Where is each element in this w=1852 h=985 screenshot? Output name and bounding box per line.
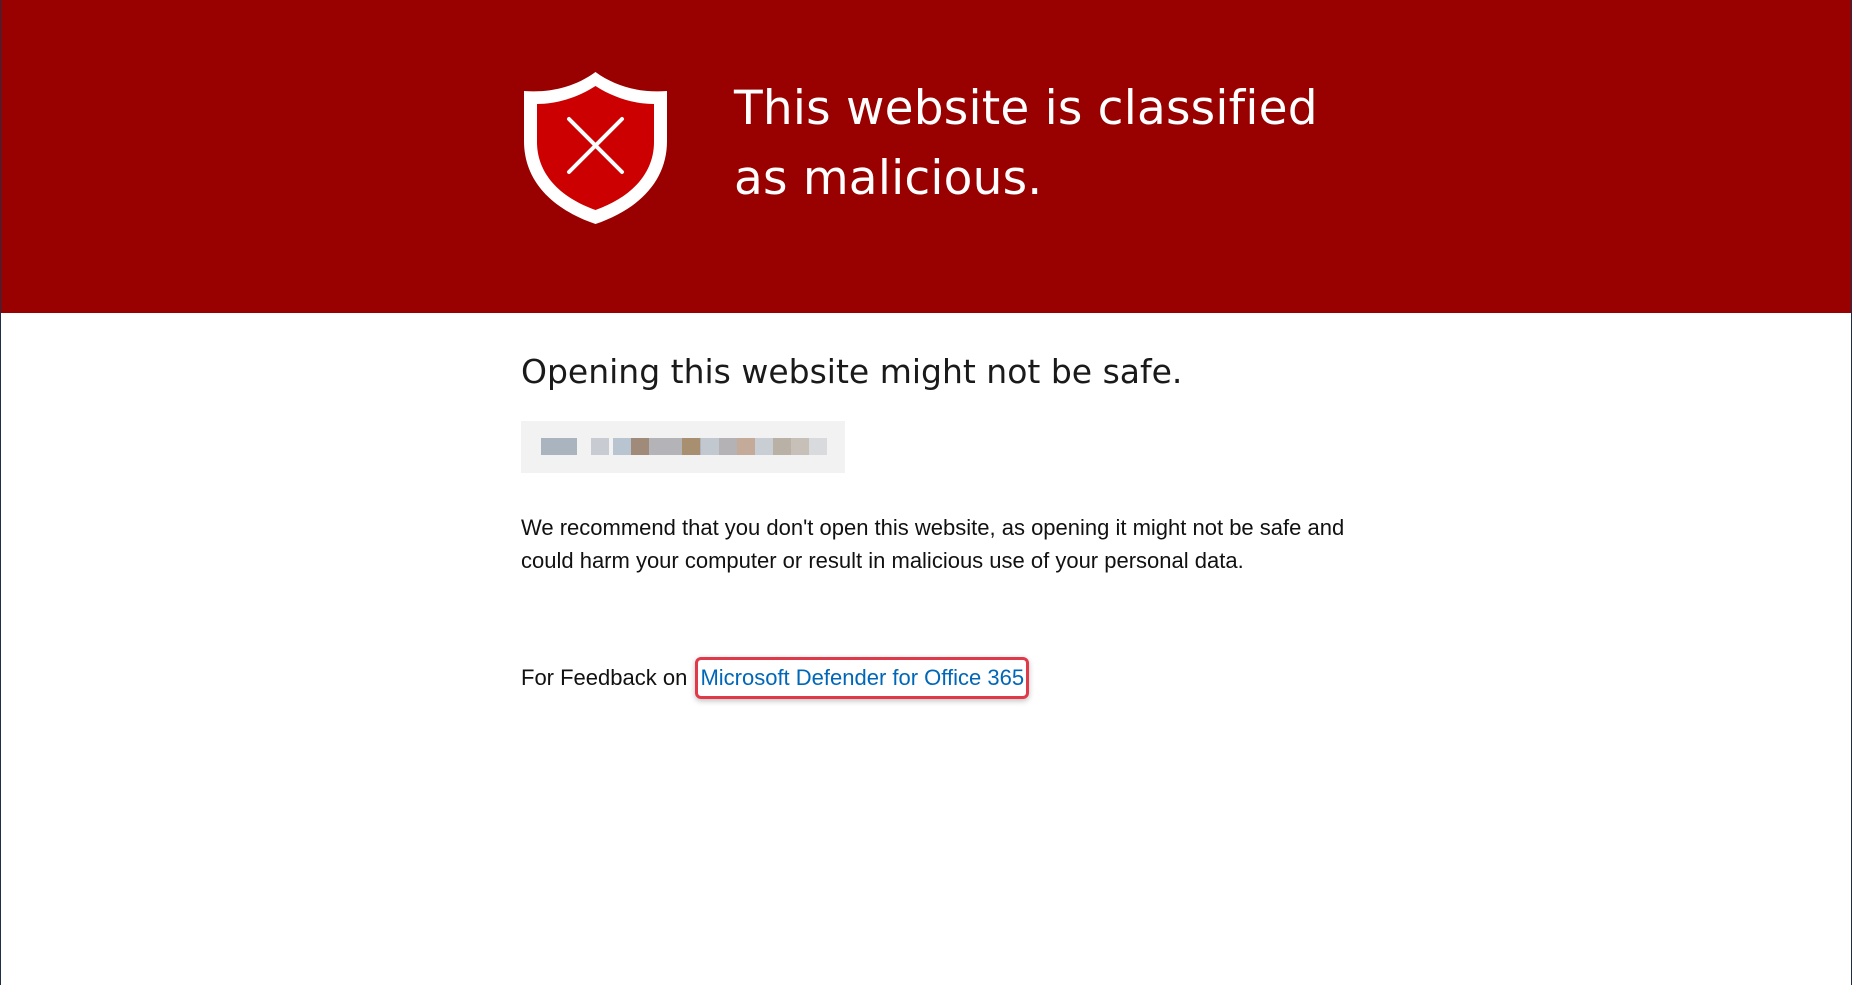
shield-x-icon [524,72,667,224]
redacted-url-block [541,438,577,455]
redacted-url-block [682,438,700,455]
redacted-url-block [701,438,719,455]
warning-content: Opening this website might not be safe. … [521,350,1351,699]
warning-subheading: Opening this website might not be safe. [521,352,1183,391]
redacted-url-block [755,438,773,455]
redacted-url-block [809,438,827,455]
feedback-line: For Feedback on Microsoft Defender for O… [521,657,1351,699]
redacted-url-block [631,438,649,455]
browser-page: This website is classified as malicious.… [1,0,1851,985]
redacted-url-block [613,438,631,455]
redacted-url-block [719,438,737,455]
feedback-link[interactable]: Microsoft Defender for Office 365 [695,657,1030,699]
redacted-url-block [791,438,809,455]
warning-banner: This website is classified as malicious. [1,0,1851,313]
warning-title: This website is classified as malicious. [734,81,1318,206]
blocked-url-box [521,421,845,473]
redacted-url-block [737,438,755,455]
redacted-url-block [591,438,609,455]
redacted-url-block [773,438,791,455]
feedback-prefix: For Feedback on [521,665,688,690]
warning-description: We recommend that you don't open this we… [521,515,1345,573]
